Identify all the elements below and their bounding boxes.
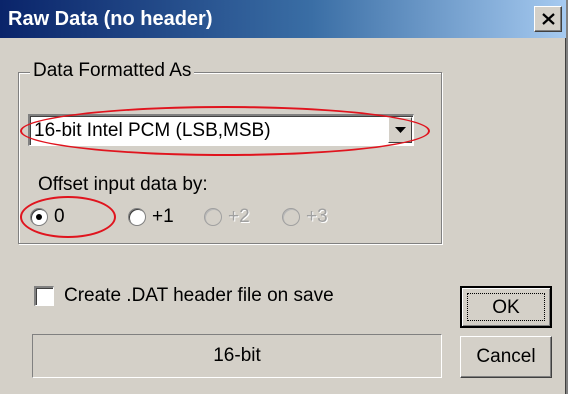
radio-button-icon <box>282 208 300 226</box>
offset-radio-label: 0 <box>54 206 65 227</box>
create-dat-label[interactable]: Create .DAT header file on save <box>64 283 334 309</box>
data-format-group-label: Data Formatted As <box>30 58 195 84</box>
ok-button-label: OK <box>492 297 520 318</box>
close-button[interactable] <box>534 6 562 32</box>
window-title: Raw Data (no header) <box>8 8 213 30</box>
data-format-dropdown[interactable]: 16-bit Intel PCM (LSB,MSB) <box>28 114 414 146</box>
radio-button-icon <box>128 208 146 226</box>
chevron-down-icon <box>395 127 406 133</box>
raw-data-dialog: Raw Data (no header) Data Formatted As 1… <box>0 0 568 394</box>
close-icon <box>542 13 555 25</box>
radio-button-icon <box>30 208 48 226</box>
dropdown-arrow-button[interactable] <box>388 117 412 143</box>
ok-button[interactable]: OK <box>460 286 552 328</box>
data-format-selected-value: 16-bit Intel PCM (LSB,MSB) <box>34 120 271 141</box>
offset-radio-label: +2 <box>228 206 250 227</box>
create-dat-checkbox[interactable] <box>34 286 54 306</box>
offset-label: Offset input data by: <box>38 174 208 195</box>
offset-radio-label: +1 <box>152 206 174 227</box>
offset-radio-label: +3 <box>306 206 328 227</box>
radio-button-icon <box>204 208 222 226</box>
title-bar[interactable]: Raw Data (no header) <box>0 0 566 38</box>
cancel-button-label: Cancel <box>476 346 536 367</box>
radio-selected-dot <box>36 214 42 220</box>
cancel-button[interactable]: Cancel <box>460 336 552 378</box>
status-field: 16-bit <box>32 334 442 378</box>
